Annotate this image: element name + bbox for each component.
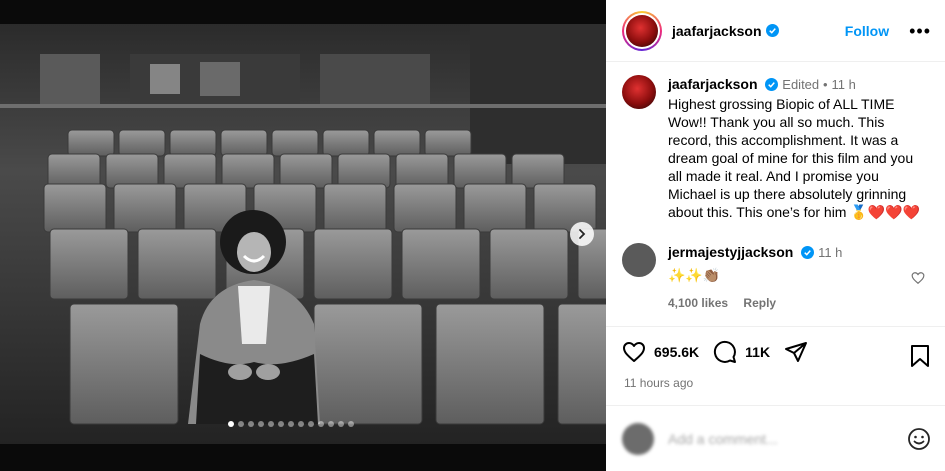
theater-seat xyxy=(489,228,569,300)
like-comment-heart-icon[interactable] xyxy=(911,271,925,285)
caption-username[interactable]: jaafarjackson xyxy=(668,76,758,92)
post-media xyxy=(0,0,606,471)
theater-seat xyxy=(67,129,115,157)
theater-seat xyxy=(395,153,449,189)
chevron-right-icon xyxy=(579,229,586,239)
comment-time[interactable]: 11 h xyxy=(818,245,842,260)
more-options-button[interactable]: ••• xyxy=(909,22,931,40)
add-comment-input[interactable]: Add a comment... xyxy=(668,431,778,447)
comments-section: jaafarjackson Edited • 11 h Highest gros… xyxy=(606,63,945,327)
theater-seat xyxy=(118,129,166,157)
carousel-dot xyxy=(248,421,254,427)
caption-time[interactable]: 11 h xyxy=(832,77,856,92)
carousel-dot xyxy=(238,421,244,427)
commenter-avatar[interactable] xyxy=(622,243,656,277)
theater-seat xyxy=(137,228,217,300)
carousel-dot xyxy=(228,421,234,427)
carousel-dot xyxy=(268,421,274,427)
post-caption: jaafarjackson Edited • 11 h Highest gros… xyxy=(606,63,945,221)
carousel-dot xyxy=(298,421,304,427)
carousel-dot xyxy=(348,421,354,427)
author-avatar[interactable] xyxy=(622,10,662,51)
author-username[interactable]: jaafarjackson xyxy=(672,23,762,39)
theater-seat xyxy=(279,153,333,189)
theater-seat xyxy=(163,153,217,189)
comment-likes[interactable]: 4,100 likes xyxy=(668,296,728,310)
carousel-dot xyxy=(308,421,314,427)
theater-seat xyxy=(43,183,107,233)
theater-seat xyxy=(47,153,101,189)
theater-seat xyxy=(393,183,457,233)
theater-seat xyxy=(220,129,268,157)
theater-seat xyxy=(401,228,481,300)
heart-icon[interactable] xyxy=(622,340,646,364)
post-photo xyxy=(0,24,606,444)
theater-seat xyxy=(463,183,527,233)
comment-icon[interactable] xyxy=(713,340,737,364)
comment-action[interactable]: 11K xyxy=(713,340,770,364)
theater-seat xyxy=(113,183,177,233)
verified-badge-icon xyxy=(765,78,779,91)
theater-seat xyxy=(424,129,472,157)
post-header: jaafarjackson Follow ••• xyxy=(606,0,945,62)
commenter-username[interactable]: jermajestyjjackson xyxy=(668,244,793,260)
post-timestamp[interactable]: 11 hours ago xyxy=(624,376,693,390)
theater-seat xyxy=(313,228,393,300)
carousel-dot xyxy=(338,421,344,427)
like-action[interactable]: 695.6K xyxy=(622,340,699,364)
theater-seat xyxy=(322,129,370,157)
reply-button[interactable]: Reply xyxy=(743,296,776,310)
action-bar: 695.6K 11K xyxy=(622,340,830,364)
meta-separator: • xyxy=(823,77,828,92)
bookmark-icon[interactable] xyxy=(909,344,931,368)
comment-item: jermajestyjjackson 11 h ✨✨👏🏽 4,100 likes… xyxy=(606,221,945,312)
edited-label: Edited xyxy=(782,77,820,92)
carousel-indicator xyxy=(228,421,354,427)
caption-avatar[interactable] xyxy=(622,75,656,109)
theater-seat xyxy=(169,129,217,157)
theater-seat xyxy=(221,153,275,189)
share-action[interactable] xyxy=(784,340,816,364)
theater-seat xyxy=(453,153,507,189)
carousel-dot xyxy=(278,421,284,427)
verified-badge-icon xyxy=(801,246,815,259)
follow-button[interactable]: Follow xyxy=(845,23,889,39)
theater-seat xyxy=(323,183,387,233)
theater-seat xyxy=(337,153,391,189)
theater-seat xyxy=(105,153,159,189)
theater-seat xyxy=(435,303,545,425)
theater-seat xyxy=(271,129,319,157)
current-user-avatar xyxy=(622,422,654,455)
carousel-dot xyxy=(288,421,294,427)
theater-seat xyxy=(557,303,606,425)
next-slide-button[interactable] xyxy=(570,222,594,246)
add-comment-bar: Add a comment... xyxy=(606,405,945,471)
likes-count[interactable]: 695.6K xyxy=(654,344,699,360)
carousel-dot xyxy=(318,421,324,427)
carousel-dot xyxy=(258,421,264,427)
theater-seat xyxy=(49,228,129,300)
theater-seat xyxy=(69,303,179,425)
share-icon[interactable] xyxy=(784,340,808,364)
theater-seat xyxy=(373,129,421,157)
comments-count[interactable]: 11K xyxy=(745,344,770,360)
emoji-picker-icon[interactable] xyxy=(907,427,931,451)
theater-seat xyxy=(313,303,423,425)
comment-text: ✨✨👏🏽 xyxy=(668,267,721,283)
post-side-panel: jaafarjackson Follow ••• jaafarjackson E… xyxy=(606,0,945,471)
verified-badge-icon xyxy=(765,24,779,37)
theater-seat xyxy=(511,153,565,189)
carousel-dot xyxy=(328,421,334,427)
caption-text: Highest grossing Biopic of ALL TIME Wow!… xyxy=(668,96,921,220)
